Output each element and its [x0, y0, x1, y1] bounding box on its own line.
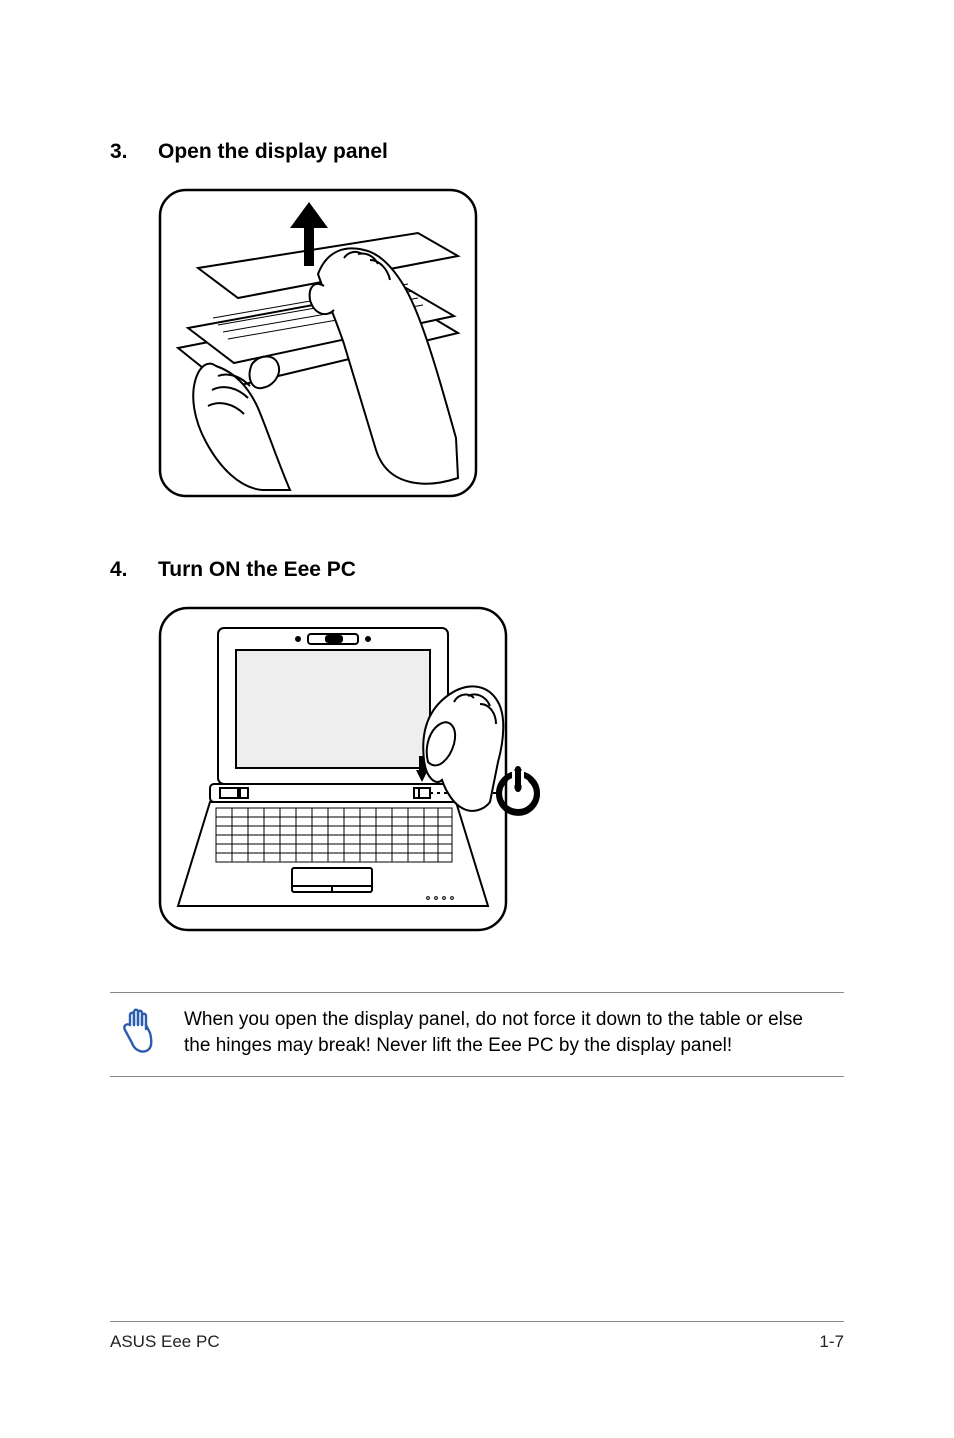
caution-note: When you open the display panel, do not … — [110, 992, 844, 1077]
step-title: Turn ON the Eee PC — [158, 558, 356, 582]
step-number: 4. — [110, 558, 158, 582]
step-3-heading: 3. Open the display panel — [110, 140, 844, 164]
note-text: When you open the display panel, do not … — [184, 1007, 844, 1058]
step-title: Open the display panel — [158, 140, 388, 164]
page-content: 3. Open the display panel — [0, 0, 954, 1077]
footer-right: 1-7 — [819, 1332, 844, 1352]
figure-open-display — [158, 188, 844, 498]
footer-left: ASUS Eee PC — [110, 1332, 220, 1352]
hand-stop-icon — [118, 1007, 160, 1062]
page-footer: ASUS Eee PC 1-7 — [110, 1321, 844, 1352]
step-number: 3. — [110, 140, 158, 164]
step-4-heading: 4. Turn ON the Eee PC — [110, 558, 844, 582]
figure-turn-on — [158, 606, 844, 932]
